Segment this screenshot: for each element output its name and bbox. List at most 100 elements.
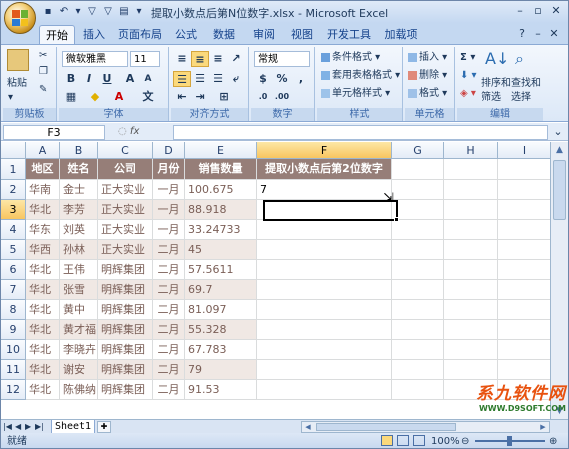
copy-icon[interactable]: ❐ (39, 65, 48, 79)
save-icon[interactable]: ▪ (41, 5, 55, 19)
empty-cell[interactable] (392, 380, 444, 400)
autosum-icon[interactable]: Σ ▾ (460, 51, 475, 65)
row-header-11[interactable]: 11 (1, 360, 26, 380)
cell-company[interactable]: 明辉集团 (98, 340, 153, 360)
column-header-h[interactable]: H (444, 142, 498, 159)
cell-company[interactable]: 明辉集团 (98, 380, 153, 400)
cell-sales[interactable]: 67.783 (185, 340, 257, 360)
font-color-icon[interactable]: A (110, 89, 128, 105)
empty-cell[interactable] (498, 300, 552, 320)
header-cell-company[interactable]: 公司 (98, 159, 153, 180)
tab-review[interactable]: 审阅 (247, 25, 281, 44)
paste-icon[interactable] (7, 49, 29, 71)
sheet-tab-sheet1[interactable]: Sheet1 (51, 420, 95, 434)
row-header-6[interactable]: 6 (1, 260, 26, 280)
underline-button[interactable]: U (98, 71, 116, 87)
formula-input[interactable] (173, 125, 548, 140)
cell-sales[interactable]: 55.328 (185, 320, 257, 340)
empty-cell[interactable] (392, 220, 444, 240)
comma-icon[interactable]: , (292, 71, 310, 87)
expand-formula-icon[interactable]: ⌄ (550, 125, 566, 139)
empty-cell[interactable] (498, 220, 552, 240)
column-header-a[interactable]: A (26, 142, 60, 159)
empty-cell[interactable] (444, 159, 498, 180)
cell-digit[interactable] (257, 220, 392, 240)
clear-icon[interactable]: ◈ ▾ (460, 87, 476, 101)
cell-digit[interactable] (257, 360, 392, 380)
minimize-button[interactable]: – (512, 4, 528, 18)
orientation-icon[interactable]: ↗ (227, 51, 245, 67)
increase-indent-icon[interactable]: ⇥ (191, 89, 209, 105)
cell-month[interactable]: 二月 (153, 280, 185, 300)
hscroll-thumb[interactable] (316, 423, 456, 431)
empty-cell[interactable] (498, 280, 552, 300)
office-button[interactable] (4, 2, 36, 34)
cell-company[interactable]: 正大实业 (98, 220, 153, 240)
header-cell-name[interactable]: 姓名 (60, 159, 98, 180)
cell-name[interactable]: 王伟 (60, 260, 98, 280)
cell-sales[interactable]: 33.24733 (185, 220, 257, 240)
cell-name[interactable]: 李晓卉 (60, 340, 98, 360)
cell-month[interactable]: 二月 (153, 240, 185, 260)
tab-home[interactable]: 开始 (39, 25, 75, 44)
empty-cell[interactable] (498, 180, 552, 200)
tab-view[interactable]: 视图 (285, 25, 319, 44)
cell-sales[interactable]: 79 (185, 360, 257, 380)
cell-month[interactable]: 一月 (153, 220, 185, 240)
help-icon[interactable]: ? (514, 27, 530, 41)
sheet-nav-prev-icon[interactable]: ◀ (15, 420, 21, 434)
sheet-nav-first-icon[interactable]: |◀ (3, 420, 12, 434)
align-left-icon[interactable]: ☰ (173, 71, 191, 87)
empty-cell[interactable] (444, 240, 498, 260)
find-icon[interactable]: ⌕ (515, 49, 524, 69)
column-header-g[interactable]: G (392, 142, 444, 159)
header-cell-sales[interactable]: 销售数量 (185, 159, 257, 180)
hscroll-left-icon[interactable]: ◀ (302, 422, 314, 432)
sheet-nav-last-icon[interactable]: ▶| (35, 420, 44, 434)
cell-digit[interactable] (257, 380, 392, 400)
header-cell-month[interactable]: 月份 (153, 159, 185, 180)
tab-developer[interactable]: 开发工具 (323, 25, 375, 44)
cell-region[interactable]: 华北 (26, 300, 60, 320)
column-header-b[interactable]: B (60, 142, 98, 159)
cell-company[interactable]: 正大实业 (98, 200, 153, 220)
cell-name[interactable]: 刘英 (60, 220, 98, 240)
cell-month[interactable]: 二月 (153, 320, 185, 340)
align-right-icon[interactable]: ☰ (209, 71, 227, 87)
page-layout-view-icon[interactable] (397, 435, 409, 446)
align-top-icon[interactable]: ≡ (173, 51, 191, 67)
cell-name[interactable]: 黄才福 (60, 320, 98, 340)
cell-sales[interactable]: 57.5611 (185, 260, 257, 280)
empty-cell[interactable] (444, 360, 498, 380)
cell-name[interactable]: 孙林 (60, 240, 98, 260)
percent-icon[interactable]: % (273, 71, 291, 87)
header-cell-digit[interactable]: 提取小数点后第2位数字 (257, 159, 392, 180)
zoom-level[interactable]: 100% (431, 434, 460, 448)
cell-name[interactable]: 黄中 (60, 300, 98, 320)
insert-sheet-icon[interactable]: ✚ (97, 421, 111, 433)
cell-company[interactable]: 明辉集团 (98, 360, 153, 380)
undo-icon[interactable]: ↶ (57, 5, 71, 19)
cell-company[interactable]: 明辉集团 (98, 260, 153, 280)
grow-font-icon[interactable]: A (121, 71, 139, 87)
cell-digit[interactable] (257, 340, 392, 360)
cell-region[interactable]: 华西 (26, 240, 60, 260)
cell-company[interactable]: 正大实业 (98, 180, 153, 200)
cell-sales[interactable]: 81.097 (185, 300, 257, 320)
row-header-8[interactable]: 8 (1, 300, 26, 320)
column-header-e[interactable]: E (185, 142, 257, 159)
row-header-9[interactable]: 9 (1, 320, 26, 340)
wrap-text-icon[interactable]: ⤶ (227, 71, 245, 87)
filter-icon[interactable]: ▽ (85, 5, 99, 19)
shrink-font-icon[interactable]: A (139, 71, 157, 87)
scroll-up-icon[interactable]: ▲ (551, 142, 568, 158)
empty-cell[interactable] (392, 200, 444, 220)
empty-cell[interactable] (392, 180, 444, 200)
column-header-f[interactable]: F (257, 142, 392, 159)
bold-button[interactable]: B (62, 71, 80, 87)
decrease-decimal-icon[interactable]: .00 (273, 89, 291, 105)
cell-sales[interactable]: 100.675 (185, 180, 257, 200)
row-header-7[interactable]: 7 (1, 280, 26, 300)
empty-cell[interactable] (392, 340, 444, 360)
cell-digit[interactable] (257, 300, 392, 320)
